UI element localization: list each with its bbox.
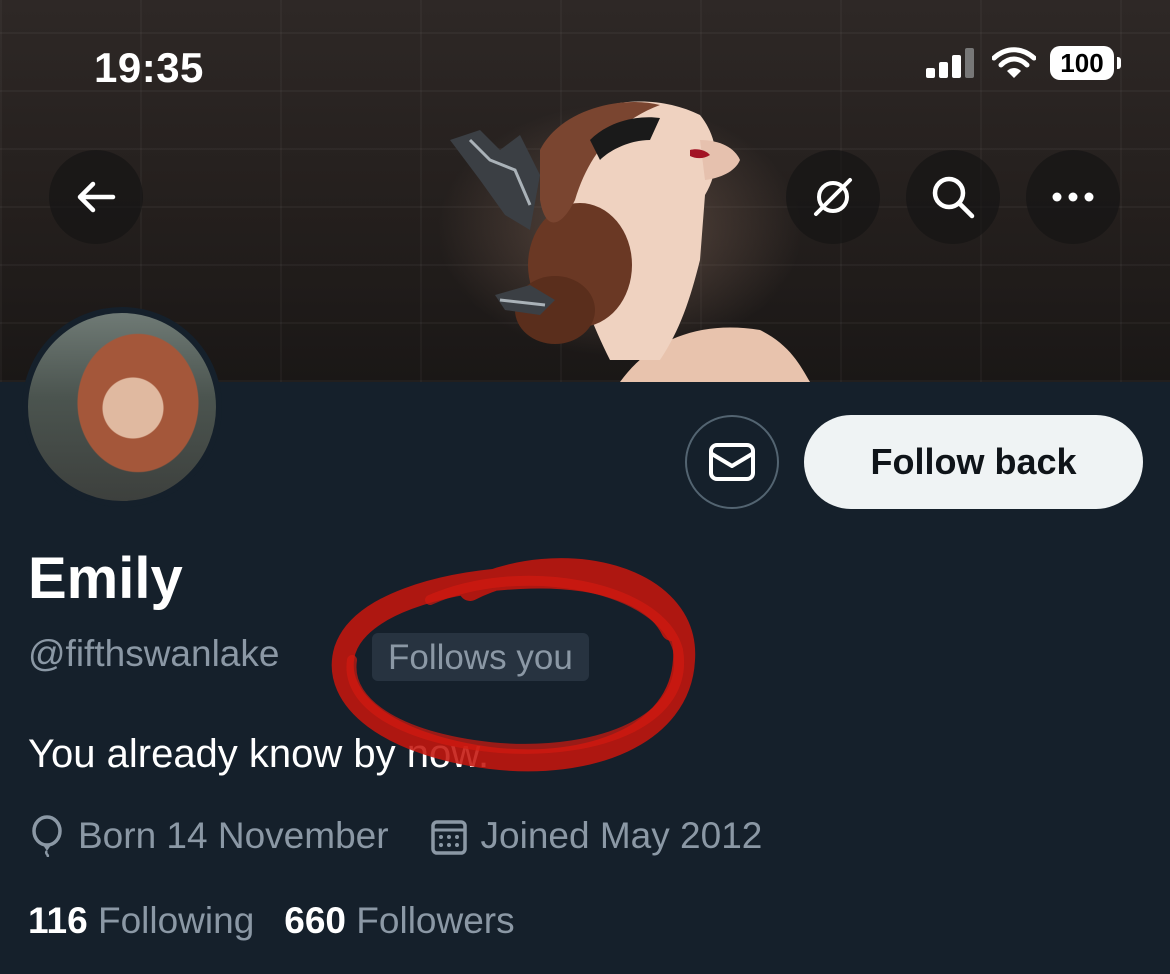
birthday-item: Born 14 November: [30, 815, 389, 857]
wifi-icon: [992, 47, 1036, 78]
status-icons: 100: [926, 46, 1121, 80]
message-button[interactable]: [685, 415, 779, 509]
grok-button[interactable]: [786, 150, 880, 244]
profile-name: Emily: [28, 546, 183, 611]
arrow-left-icon: [77, 181, 116, 213]
profile-meta: Born 14 November Joined May 2012: [30, 815, 804, 857]
slashed-circle-icon: [814, 178, 852, 216]
more-dots-icon: [1052, 192, 1094, 202]
balloon-icon: [32, 815, 62, 857]
profile-bio: You already know by now.: [28, 732, 490, 776]
following-count: 116: [28, 900, 88, 941]
calendar-icon: [430, 820, 467, 855]
search-icon: [932, 176, 975, 219]
avatar[interactable]: [22, 307, 222, 507]
envelope-icon: [709, 443, 755, 481]
followers-link[interactable]: 660 Followers: [284, 900, 514, 942]
followers-label: Followers: [356, 900, 515, 941]
joined-item: Joined May 2012: [430, 815, 763, 857]
followers-count: 660: [284, 900, 347, 941]
birthday-text: Born 14 November: [78, 815, 389, 856]
follows-you-badge: Follows you: [372, 633, 589, 681]
search-button[interactable]: [906, 150, 1000, 244]
battery-icon: 100: [1050, 46, 1121, 80]
more-button[interactable]: [1026, 150, 1120, 244]
following-link[interactable]: 116 Following: [28, 900, 254, 942]
signal-icon: [926, 48, 974, 78]
follow-back-button[interactable]: Follow back: [804, 415, 1143, 509]
profile-handle: @fifthswanlake: [28, 633, 280, 674]
back-button[interactable]: [49, 150, 143, 244]
profile-stats: 116 Following 660 Followers: [28, 900, 515, 942]
following-label: Following: [97, 900, 255, 941]
joined-text: Joined May 2012: [480, 815, 763, 856]
status-time: 19:35: [94, 44, 204, 91]
